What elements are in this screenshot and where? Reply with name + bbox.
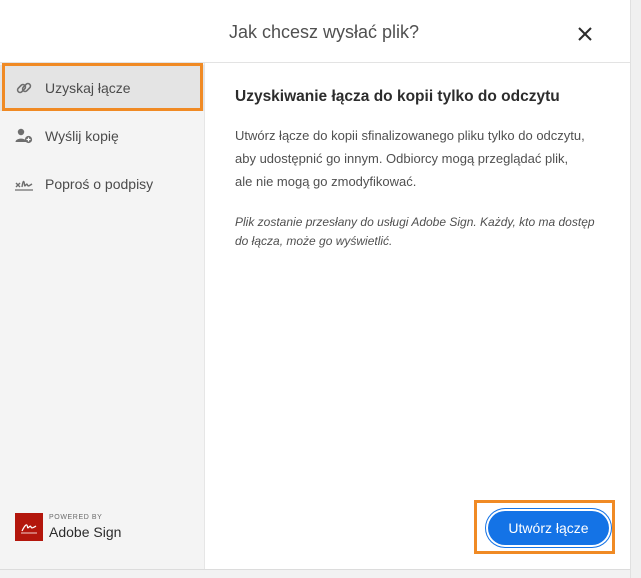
adobe-sign-logo-icon bbox=[15, 513, 43, 541]
sidebar-item-label: Uzyskaj łącze bbox=[45, 80, 131, 96]
content-heading: Uzyskiwanie łącza do kopii tylko do odcz… bbox=[235, 88, 560, 105]
add-person-icon bbox=[14, 126, 34, 146]
content-note: Plik zostanie przesłany do usługi Adobe … bbox=[235, 215, 595, 248]
sidebar-item-label: Poproś o podpisy bbox=[45, 176, 154, 192]
scrollbar[interactable] bbox=[630, 0, 641, 578]
window-bottom-edge bbox=[0, 569, 630, 578]
sidebar-item-send-copy[interactable]: Wyślij kopię bbox=[0, 113, 205, 159]
sidebar-item-request-signatures[interactable]: Poproś o podpisy bbox=[0, 161, 205, 207]
sidebar-item-get-link[interactable]: Uzyskaj łącze bbox=[0, 65, 205, 111]
powered-by-adobe-sign: POWERED BY Adobe Sign bbox=[15, 513, 145, 543]
close-button[interactable] bbox=[571, 20, 599, 48]
content-panel: Uzyskiwanie łącza do kopii tylko do odcz… bbox=[206, 64, 630, 569]
dialog-header: Jak chcesz wysłać plik? bbox=[0, 0, 630, 63]
close-icon bbox=[578, 27, 592, 41]
sidebar-item-label: Wyślij kopię bbox=[45, 128, 119, 144]
share-file-dialog: Jak chcesz wysłać plik? Uzyskaj łącze Wy… bbox=[0, 0, 641, 578]
powered-by-label: POWERED BY bbox=[49, 514, 103, 521]
link-icon bbox=[14, 78, 34, 98]
sidebar: Uzyskaj łącze Wyślij kopię Poproś o podp… bbox=[0, 63, 205, 569]
signature-icon bbox=[14, 174, 34, 194]
brand-name: Adobe Sign bbox=[49, 524, 122, 540]
dialog-title: Jak chcesz wysłać plik? bbox=[229, 22, 420, 42]
create-link-button[interactable]: Utwórz łącze bbox=[488, 511, 609, 545]
content-description: Utwórz łącze do kopii sfinalizowanego pl… bbox=[235, 128, 585, 189]
